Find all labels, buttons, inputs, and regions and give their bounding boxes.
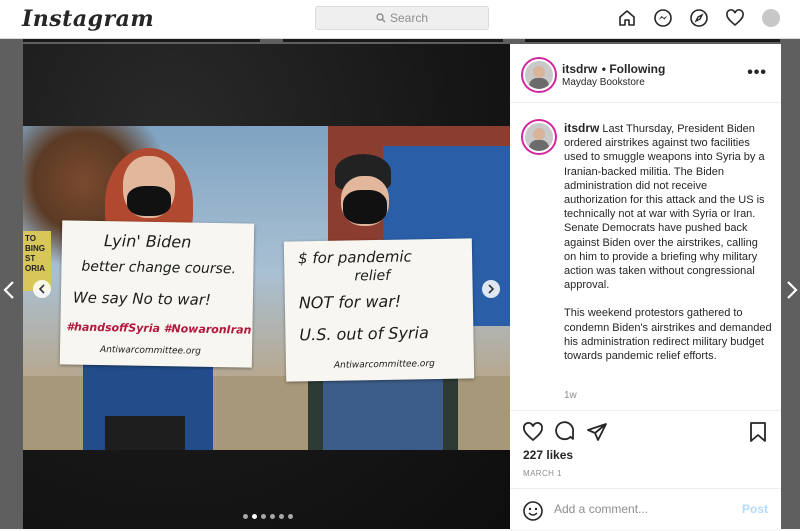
carousel-dot-active <box>252 514 257 519</box>
carousel-dot <box>270 514 275 519</box>
post-location[interactable]: Mayday Bookstore <box>562 77 645 88</box>
carousel-next-button[interactable] <box>482 280 500 298</box>
messenger-icon[interactable] <box>652 7 674 29</box>
caption-author-avatar[interactable] <box>523 121 555 153</box>
chevron-left-icon <box>3 281 14 299</box>
post-details-panel: itsdrw • Following Mayday Bookstore ••• … <box>510 44 781 529</box>
background-sign-text: ORIA <box>25 264 45 273</box>
profile-avatar[interactable] <box>760 7 782 29</box>
caption-timestamp: 1w <box>564 390 577 401</box>
top-navbar: Instagram Search <box>0 0 800 39</box>
save-button[interactable] <box>748 421 768 448</box>
caption-text: This weekend protestors gathered to cond… <box>564 307 772 363</box>
sign-text: $ for pandemic <box>297 247 412 268</box>
author-username[interactable]: itsdrw <box>562 62 597 76</box>
search-input[interactable]: Search <box>315 6 489 30</box>
post-header: itsdrw • Following Mayday Bookstore ••• <box>510 44 781 103</box>
sign-text: #handsoffSyria #NowaronIran <box>66 320 252 337</box>
sign-text: Lyin' Biden <box>103 231 192 252</box>
carousel-dot <box>261 514 266 519</box>
carousel-dot <box>288 514 293 519</box>
home-icon[interactable] <box>616 7 638 29</box>
sign-text: Antiwarcommittee.org <box>99 345 201 357</box>
bookmark-icon <box>750 422 766 442</box>
comment-input[interactable]: Add a comment... <box>554 502 648 516</box>
caption-text: Last Thursday, President Biden ordered a… <box>564 123 765 292</box>
protest-sign-right: $ for pandemic relief NOT for war! U.S. … <box>283 238 475 382</box>
previous-post-arrow[interactable] <box>3 280 15 305</box>
sign-text: U.S. out of Syria <box>299 323 429 345</box>
post-actions: 227 likes MARCH 1 Add a comment... Post <box>510 410 781 530</box>
comment-bar: Add a comment... Post <box>510 488 781 531</box>
comment-icon <box>555 421 574 441</box>
carousel-indicator <box>243 514 293 519</box>
post-photo: TO BING ST ORIA Lyin' Biden better chang… <box>23 126 510 450</box>
author-avatar[interactable] <box>523 59 555 91</box>
heart-icon <box>523 422 543 442</box>
post-date: MARCH 1 <box>523 469 562 478</box>
search-icon <box>376 13 386 23</box>
explore-icon[interactable] <box>688 7 710 29</box>
background-sign-text: BING <box>25 244 45 253</box>
sign-text: NOT for war! <box>298 291 402 313</box>
heart-icon[interactable] <box>724 7 746 29</box>
sign-text: relief <box>354 267 391 285</box>
following-status[interactable]: • Following <box>602 62 666 76</box>
comment-button[interactable] <box>554 421 576 448</box>
sign-text: better change course. <box>81 258 237 278</box>
next-post-arrow[interactable] <box>786 280 798 305</box>
like-count[interactable]: 227 likes <box>523 448 573 462</box>
carousel-dot <box>243 514 248 519</box>
post-comment-button[interactable]: Post <box>742 502 768 516</box>
more-options-button[interactable]: ••• <box>747 64 767 82</box>
post-modal: TO BING ST ORIA Lyin' Biden better chang… <box>23 44 781 529</box>
chevron-right-icon <box>787 281 798 299</box>
protest-sign-left: Lyin' Biden better change course. We say… <box>59 220 255 368</box>
sign-text: Antiwarcommittee.org <box>333 359 435 371</box>
instagram-logo[interactable]: Instagram <box>22 6 154 32</box>
like-button[interactable] <box>522 421 544 448</box>
caption-username[interactable]: itsdrw <box>564 121 599 135</box>
carousel-dot <box>279 514 284 519</box>
emoji-button[interactable] <box>522 500 544 527</box>
background-sign-text: ST <box>25 254 36 263</box>
background-sign-text: TO <box>25 234 36 243</box>
sign-text: We say No to war! <box>72 288 212 309</box>
chevron-left-icon <box>38 284 45 294</box>
carousel-prev-button[interactable] <box>33 280 51 298</box>
send-icon <box>587 423 607 441</box>
post-caption: itsdrw Last Thursday, President Biden or… <box>564 121 772 377</box>
emoji-icon <box>523 501 543 521</box>
share-button[interactable] <box>586 421 608 448</box>
chevron-right-icon <box>488 284 495 294</box>
post-media[interactable]: TO BING ST ORIA Lyin' Biden better chang… <box>23 44 510 529</box>
search-placeholder: Search <box>389 11 429 25</box>
